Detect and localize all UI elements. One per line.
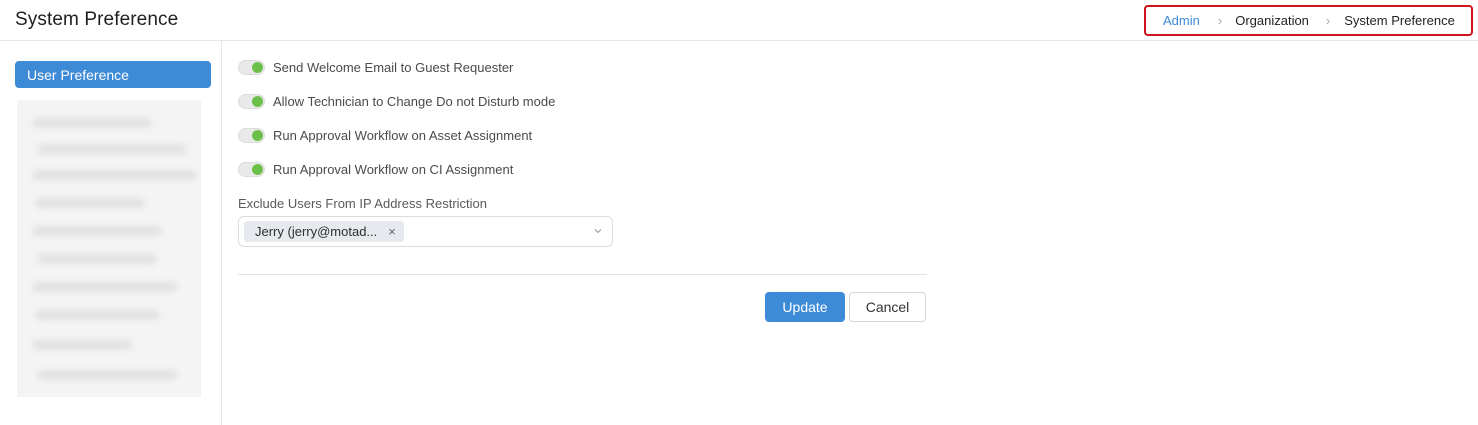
toggle-label: Send Welcome Email to Guest Requester bbox=[273, 60, 514, 75]
pref-row-asset-approval[interactable]: Run Approval Workflow on Asset Assignmen… bbox=[238, 128, 532, 143]
toggle-label: Run Approval Workflow on Asset Assignmen… bbox=[273, 128, 533, 143]
toggle-switch[interactable] bbox=[238, 128, 265, 143]
toggle-knob bbox=[252, 96, 263, 107]
selected-user-tag: Jerry (jerry@motad... × bbox=[244, 221, 404, 242]
toggle-label: Run Approval Workflow on CI Assignment bbox=[273, 162, 514, 177]
remove-tag-icon[interactable]: × bbox=[388, 224, 396, 239]
breadcrumb-system-preference: System Preference bbox=[1344, 13, 1455, 28]
pref-row-welcome-email[interactable]: Send Welcome Email to Guest Requester bbox=[238, 60, 513, 75]
cancel-button[interactable]: Cancel bbox=[849, 292, 926, 322]
page-header: System Preference Admin › Organization ›… bbox=[0, 0, 1478, 41]
breadcrumb-organization[interactable]: Organization bbox=[1235, 13, 1309, 28]
sidebar: User Preference bbox=[0, 41, 222, 425]
toggle-knob bbox=[252, 164, 263, 175]
toggle-knob bbox=[252, 130, 263, 141]
breadcrumb-separator: › bbox=[1325, 13, 1331, 28]
selected-user-name: Jerry (jerry@motad... bbox=[255, 224, 378, 239]
toggle-switch[interactable] bbox=[238, 162, 265, 177]
update-button[interactable]: Update bbox=[765, 292, 845, 322]
chevron-down-icon[interactable] bbox=[594, 227, 602, 235]
exclude-users-label: Exclude Users From IP Address Restrictio… bbox=[238, 196, 488, 211]
pref-row-ci-approval[interactable]: Run Approval Workflow on CI Assignment bbox=[238, 162, 513, 177]
exclude-users-select[interactable]: Jerry (jerry@motad... × bbox=[238, 216, 613, 247]
breadcrumb: Admin › Organization › System Preference bbox=[1144, 5, 1473, 36]
pref-row-do-not-disturb[interactable]: Allow Technician to Change Do not Distur… bbox=[238, 94, 555, 109]
toggle-switch[interactable] bbox=[238, 94, 265, 109]
page-title: System Preference bbox=[15, 9, 179, 30]
toggle-switch[interactable] bbox=[238, 60, 265, 75]
sidebar-item-user-preference[interactable]: User Preference bbox=[15, 61, 211, 88]
breadcrumb-admin[interactable]: Admin bbox=[1163, 13, 1200, 28]
toggle-knob bbox=[252, 62, 263, 73]
breadcrumb-separator: › bbox=[1217, 13, 1223, 28]
form-divider bbox=[238, 274, 927, 275]
toggle-label: Allow Technician to Change Do not Distur… bbox=[273, 94, 556, 109]
sidebar-blurred-items bbox=[17, 100, 201, 397]
